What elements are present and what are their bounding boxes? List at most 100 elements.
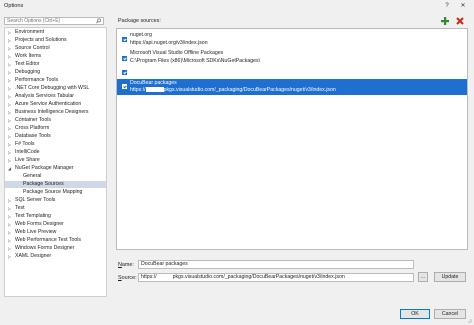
collapse-arrow-icon[interactable]: ◢ bbox=[8, 165, 13, 172]
expand-arrow-icon[interactable]: ▷ bbox=[8, 245, 13, 252]
tree-item-label: Container Tools bbox=[15, 117, 51, 123]
tree-item-azure-service-authentication[interactable]: ▷ Azure Service Authentication bbox=[5, 101, 106, 108]
expand-arrow-icon[interactable]: ▷ bbox=[8, 125, 13, 132]
tree-item-label: Performance Tools bbox=[15, 77, 59, 83]
tree-item-label: Projects and Solutions bbox=[15, 37, 67, 43]
expand-arrow-icon[interactable]: ▷ bbox=[8, 117, 13, 124]
source-field[interactable]: https:// pkgs.visualstudio.com/_packaging… bbox=[138, 273, 414, 282]
expand-arrow-icon[interactable]: ▷ bbox=[8, 93, 13, 100]
expand-arrow-icon[interactable]: ▷ bbox=[8, 237, 13, 244]
tree-item-web-performance-test-tools[interactable]: ▷ Web Performance Test Tools bbox=[5, 237, 106, 244]
tree-item-package-source-mapping[interactable]: Package Source Mapping bbox=[5, 189, 106, 196]
search-input[interactable] bbox=[7, 18, 93, 24]
title-bar: Options ? ✕ bbox=[0, 0, 474, 12]
tree-item-general[interactable]: General bbox=[5, 173, 106, 180]
tree-item-xaml-designer[interactable]: ▷ XAML Designer bbox=[5, 253, 106, 260]
expand-arrow-icon[interactable]: ▷ bbox=[8, 157, 13, 164]
enable-checkbox[interactable] bbox=[122, 56, 127, 61]
resize-grip-icon[interactable] bbox=[466, 317, 472, 323]
name-label: Name: bbox=[118, 262, 134, 268]
tree-item-label: Windows Forms Designer bbox=[15, 245, 75, 251]
window-title: Options bbox=[4, 3, 24, 9]
tree-item-package-sources[interactable]: Package Sources bbox=[5, 181, 106, 188]
tree-item-label: NuGet Package Manager bbox=[15, 165, 74, 171]
redacted-block bbox=[156, 274, 173, 280]
tree-item-text-editor[interactable]: ▷ Text Editor bbox=[5, 61, 106, 68]
tree-item-container-tools[interactable]: ▷ Container Tools bbox=[5, 117, 106, 124]
tree-item-label: Package Source Mapping bbox=[23, 189, 83, 195]
update-button[interactable]: Update bbox=[434, 272, 466, 282]
expand-arrow-icon[interactable]: ▷ bbox=[8, 77, 13, 84]
name-field[interactable]: DocuBear packages bbox=[138, 260, 414, 269]
tree-item-label: Database Tools bbox=[15, 133, 51, 139]
source-name: DocuBear packages bbox=[130, 80, 177, 86]
tree-item-nuget-package-manager[interactable]: ◢ NuGet Package Manager bbox=[5, 165, 106, 172]
expand-arrow-icon[interactable]: ▷ bbox=[8, 85, 13, 92]
expand-arrow-icon[interactable]: ▷ bbox=[8, 37, 13, 44]
expand-arrow-icon[interactable]: ▷ bbox=[8, 221, 13, 228]
expand-arrow-icon[interactable]: ▷ bbox=[8, 101, 13, 108]
expand-arrow-icon[interactable]: ▷ bbox=[8, 149, 13, 156]
tree-item-business-intelligence-designers[interactable]: ▷ Business Intelligence Designers bbox=[5, 109, 106, 116]
tree-item-label: Debugging bbox=[15, 69, 41, 75]
expand-arrow-icon[interactable]: ▷ bbox=[8, 213, 13, 220]
tree-item-live-share[interactable]: ▷ Live Share bbox=[5, 157, 106, 164]
source-row-redacted[interactable] bbox=[117, 67, 467, 78]
package-sources-title: Package sources: bbox=[118, 18, 161, 24]
expand-arrow-icon[interactable]: ▷ bbox=[8, 205, 13, 212]
options-tree: ▷ Environment ▷ Projects and Solutions ▷ So… bbox=[4, 27, 107, 297]
tree-item-environment[interactable]: ▷ Environment bbox=[5, 29, 106, 36]
name-label-text: ame: bbox=[121, 262, 134, 268]
tree-item-performance-tools[interactable]: ▷ Performance Tools bbox=[5, 77, 106, 84]
remove-icon[interactable] bbox=[455, 16, 465, 26]
enable-checkbox[interactable] bbox=[122, 37, 127, 42]
help-button[interactable]: ? bbox=[442, 2, 452, 10]
source-url: C:\Program Files (x86)\Microsoft SDKs\Nu… bbox=[130, 58, 261, 64]
tree-item-label: Cross Platform bbox=[15, 125, 50, 131]
expand-arrow-icon[interactable]: ▷ bbox=[8, 133, 13, 140]
ok-button[interactable]: OK bbox=[400, 309, 430, 319]
tree-item-label: Work Items bbox=[15, 53, 42, 59]
expand-arrow-icon[interactable]: ▷ bbox=[8, 45, 13, 52]
tree-item-net-core-debugging-wsl[interactable]: ▷ .NET Core Debugging with WSL bbox=[5, 85, 106, 92]
source-field-prefix: https:// bbox=[141, 274, 157, 280]
tree-item-windows-forms-designer[interactable]: ▷ Windows Forms Designer bbox=[5, 245, 106, 252]
tree-item-intellicode[interactable]: ▷ IntelliCode bbox=[5, 149, 106, 156]
expand-arrow-icon[interactable]: ▷ bbox=[8, 29, 13, 36]
redacted-block bbox=[145, 87, 164, 93]
tree-item-projects-and-solutions[interactable]: ▷ Projects and Solutions bbox=[5, 37, 106, 44]
expand-arrow-icon[interactable]: ▷ bbox=[8, 53, 13, 60]
tree-item-web-forms-designer[interactable]: ▷ Web Forms Designer bbox=[5, 221, 106, 228]
tree-item-work-items[interactable]: ▷ Work Items bbox=[5, 53, 106, 60]
expand-arrow-icon[interactable]: ▷ bbox=[8, 109, 13, 116]
source-row-nuget[interactable]: nuget.org https://api.nuget.org/v3/index… bbox=[117, 30, 467, 49]
tree-item-test[interactable]: ▷ Test bbox=[5, 205, 106, 212]
add-icon[interactable] bbox=[440, 16, 450, 26]
expand-arrow-icon[interactable]: ▷ bbox=[8, 141, 13, 148]
expand-arrow-icon[interactable]: ▷ bbox=[8, 61, 13, 68]
search-icon[interactable] bbox=[95, 18, 102, 24]
expand-arrow-icon[interactable]: ▷ bbox=[8, 69, 13, 76]
close-button[interactable]: ✕ bbox=[458, 2, 468, 10]
source-name: Microsoft Visual Studio Offline Packages bbox=[130, 50, 224, 56]
tree-item-label: Analysis Services Tabular bbox=[15, 93, 75, 99]
source-row-docubear[interactable]: DocuBear packages https:// pkgs.visualstu… bbox=[117, 79, 467, 95]
tree-item-analysis-services-tabular[interactable]: ▷ Analysis Services Tabular bbox=[5, 93, 106, 100]
expand-arrow-icon[interactable]: ▷ bbox=[8, 253, 13, 260]
tree-item-database-tools[interactable]: ▷ Database Tools bbox=[5, 133, 106, 140]
enable-checkbox[interactable] bbox=[122, 84, 127, 89]
cancel-button[interactable]: Cancel bbox=[434, 309, 466, 319]
tree-item-web-live-preview[interactable]: ▷ Web Live Preview bbox=[5, 229, 106, 236]
tree-item-fsharp-tools[interactable]: ▷ F# Tools bbox=[5, 141, 106, 148]
expand-arrow-icon[interactable]: ▷ bbox=[8, 197, 13, 204]
tree-item-sql-server-tools[interactable]: ▷ SQL Server Tools bbox=[5, 197, 106, 204]
tree-item-cross-platform[interactable]: ▷ Cross Platform bbox=[5, 125, 106, 132]
browse-button[interactable]: ... bbox=[418, 272, 428, 282]
tree-item-label: Web Forms Designer bbox=[15, 221, 64, 227]
tree-item-source-control[interactable]: ▷ Source Control bbox=[5, 45, 106, 52]
tree-item-text-templating[interactable]: ▷ Text Templating bbox=[5, 213, 106, 220]
tree-item-debugging[interactable]: ▷ Debugging bbox=[5, 69, 106, 76]
source-row-offline-packages[interactable]: Microsoft Visual Studio Offline Packages… bbox=[117, 49, 467, 67]
expand-arrow-icon[interactable]: ▷ bbox=[8, 229, 13, 236]
enable-checkbox[interactable] bbox=[122, 70, 127, 75]
